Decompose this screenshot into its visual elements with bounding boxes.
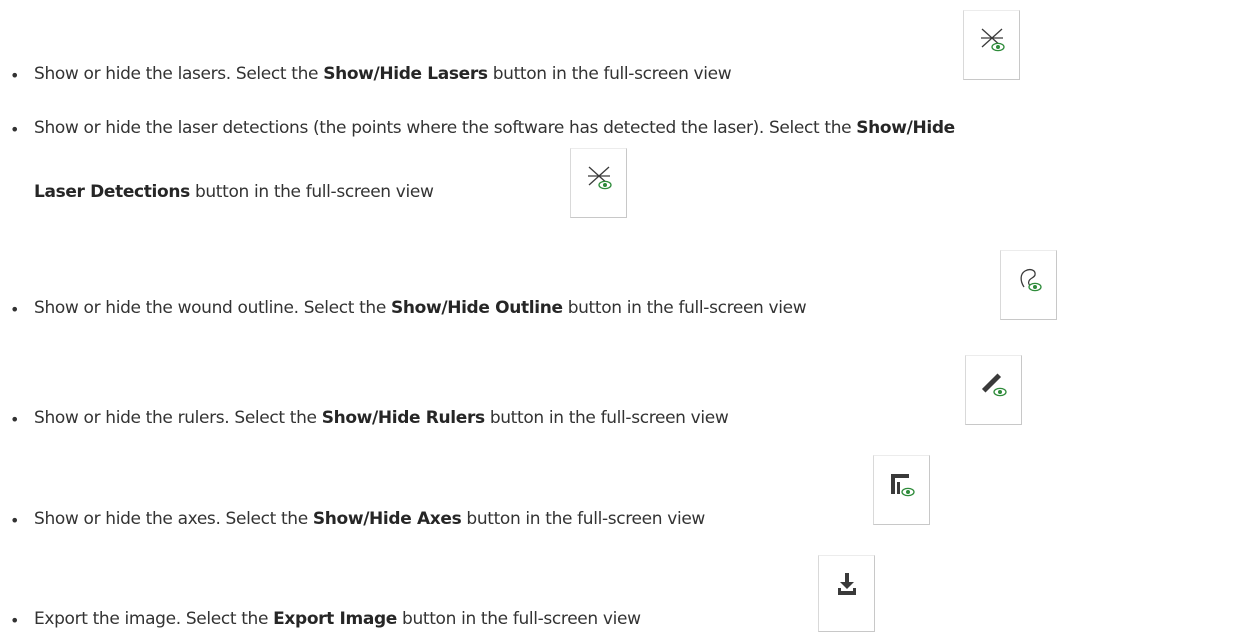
bullet: • [10, 66, 20, 85]
show-hide-lasers-button[interactable] [963, 10, 1020, 80]
show-hide-axes-button[interactable] [873, 455, 930, 525]
item-intro: Show or hide the lasers. Select the [34, 64, 324, 84]
bullet: • [10, 300, 20, 319]
item-bold-label: Show/Hide Lasers [323, 64, 488, 84]
show-hide-outline-button[interactable] [1000, 250, 1057, 320]
bullet: • [10, 120, 20, 139]
item-outro: button in the full-screen view [487, 64, 732, 84]
bullet: • [10, 611, 20, 630]
bullet: • [10, 511, 20, 530]
item-text: Export the image. Select the Export Imag… [34, 608, 641, 630]
item-intro: Export the image. Select the [34, 609, 274, 629]
item-bold-label: Export Image [273, 609, 397, 629]
show-hide-laser-detections-button[interactable] [570, 148, 627, 218]
bullet-list: • Show or hide the lasers. Select the Sh… [0, 0, 1258, 632]
show-hide-rulers-button[interactable] [965, 355, 1022, 425]
item-text: Show or hide the wound outline. Select t… [34, 297, 807, 319]
item-bold-label-continued: Laser Detections [34, 182, 190, 202]
bullet: • [10, 410, 20, 429]
item-text: Show or hide the axes. Select the Show/H… [34, 508, 705, 530]
item-intro: Show or hide the rulers. Select the [34, 408, 322, 428]
item-text: Show or hide the laser detections (the p… [34, 117, 955, 139]
item-text-continued: Laser Detections button in the full-scre… [34, 181, 434, 203]
item-intro: Show or hide the wound outline. Select t… [34, 298, 391, 318]
item-outro: button in the full-screen view [484, 408, 729, 428]
item-bold-label: Show/Hide Outline [391, 298, 563, 318]
item-text: Show or hide the lasers. Select the Show… [34, 63, 732, 85]
item-bold-label: Show/Hide Rulers [321, 408, 485, 428]
item-intro: Show or hide the laser detections (the p… [34, 118, 857, 138]
export-image-button[interactable] [818, 555, 875, 632]
item-text: Show or hide the rulers. Select the Show… [34, 407, 729, 429]
item-intro: Show or hide the axes. Select the [34, 509, 313, 529]
item-outro: button in the full-screen view [189, 182, 434, 202]
item-outro: button in the full-screen view [461, 509, 705, 529]
item-outro: button in the full-screen view [397, 609, 641, 629]
item-bold-label: Show/Hide [856, 118, 955, 138]
item-bold-label: Show/Hide Axes [312, 509, 462, 529]
item-outro: button in the full-screen view [562, 298, 807, 318]
